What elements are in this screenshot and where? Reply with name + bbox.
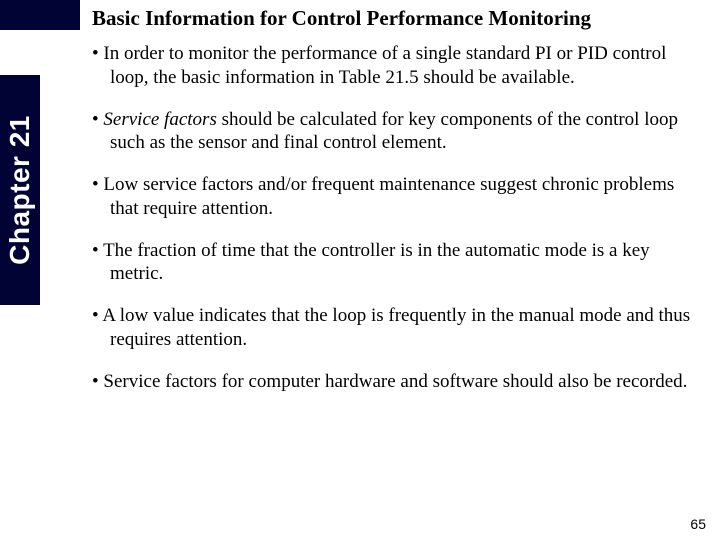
bullet-4: The fraction of time that the controller… — [92, 239, 696, 287]
bullet-1-text: In order to monitor the performance of a… — [103, 43, 666, 88]
bullet-3-text: Low service factors and/or frequent main… — [103, 174, 674, 219]
page-number: 65 — [690, 516, 706, 532]
slide-title: Basic Information for Control Performanc… — [92, 6, 591, 31]
bullet-6-text: Service factors for computer hardware an… — [103, 371, 687, 392]
bullet-4-text: The fraction of time that the controller… — [103, 240, 650, 285]
bullet-5: A low value indicates that the loop is f… — [92, 304, 696, 352]
chapter-label: Chapter 21 — [4, 115, 36, 265]
bullet-3: Low service factors and/or frequent main… — [92, 173, 696, 221]
chapter-sidebar: Chapter 21 — [0, 75, 40, 305]
bullet-5-text: A low value indicates that the loop is f… — [102, 305, 690, 350]
bullet-1: In order to monitor the performance of a… — [92, 42, 696, 90]
corner-box — [0, 0, 80, 30]
bullet-6: Service factors for computer hardware an… — [92, 370, 696, 394]
bullet-2-emph: Service factors — [103, 109, 216, 130]
bullet-2: Service factors should be calculated for… — [92, 108, 696, 156]
content-area: In order to monitor the performance of a… — [92, 42, 696, 411]
